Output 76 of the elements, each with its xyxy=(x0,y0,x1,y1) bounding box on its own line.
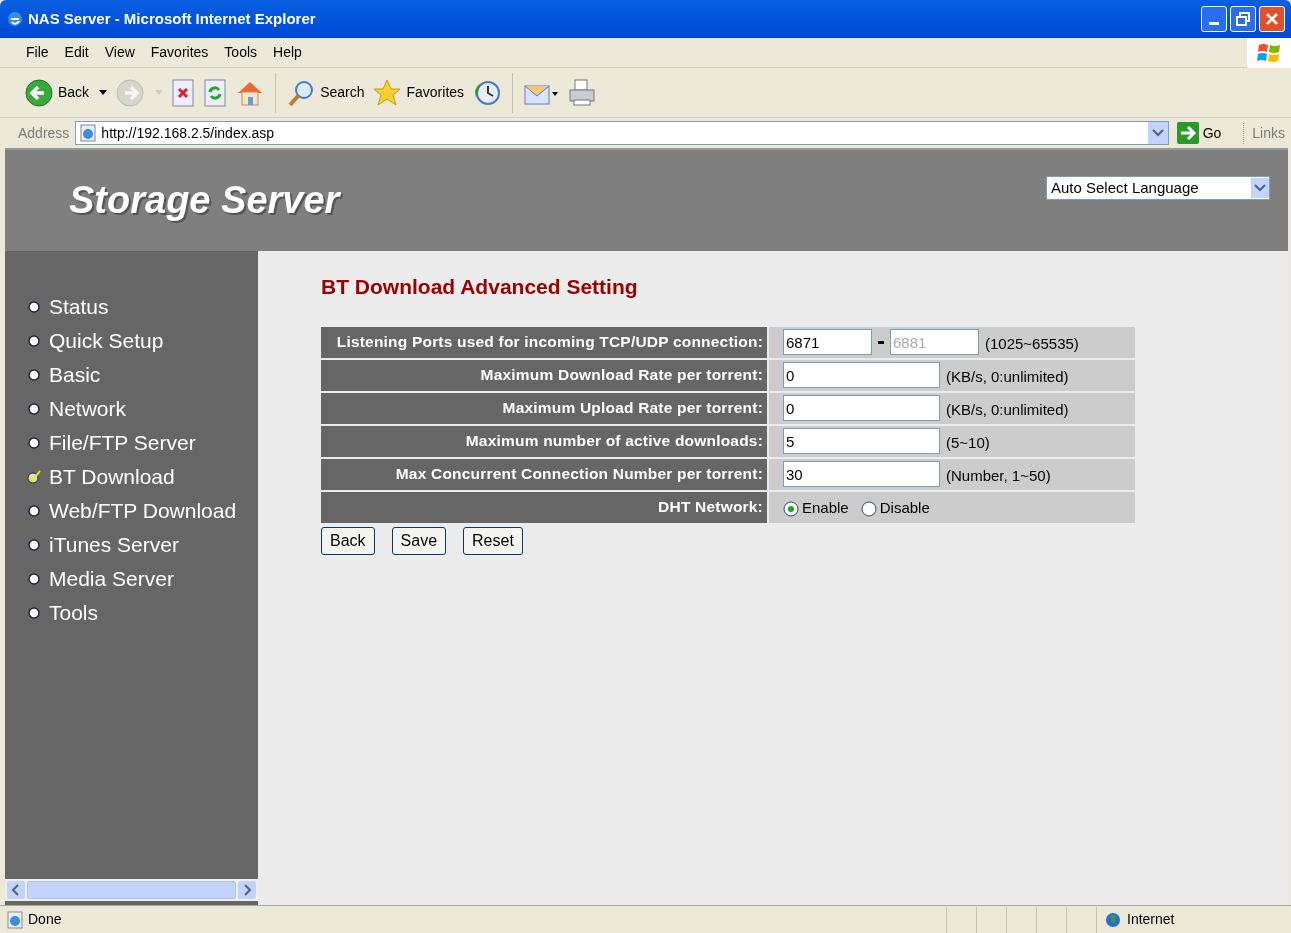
menu-item[interactable]: Help xyxy=(267,42,308,63)
radio-option[interactable]: Disable xyxy=(860,494,930,520)
page-icon xyxy=(6,910,24,929)
form-button[interactable]: Save xyxy=(391,526,447,555)
dash-icon xyxy=(878,340,884,344)
star-icon xyxy=(372,77,403,108)
printer-icon xyxy=(567,77,598,108)
field-label: Listening Ports used for incoming TCP/UDP connection: xyxy=(321,326,767,358)
field-label: DHT Network: xyxy=(321,491,767,523)
go-arrow-icon xyxy=(1176,122,1199,144)
stop-icon xyxy=(171,78,196,107)
search-button[interactable]: Search xyxy=(286,77,365,108)
input-field[interactable]: 0 xyxy=(783,395,940,421)
sidebar-item[interactable]: File/FTP Server xyxy=(27,427,258,459)
radio-option[interactable]: Enable xyxy=(783,494,849,520)
input-field[interactable]: 0 xyxy=(783,362,940,388)
hint-text: (5~10) xyxy=(946,432,990,453)
window-title: NAS Server - Microsoft Internet Explorer xyxy=(28,8,317,29)
field-label: Maximum Upload Rate per torrent: xyxy=(321,392,767,424)
sidebar-item[interactable]: BT Download xyxy=(27,461,258,493)
go-button[interactable]: Go xyxy=(1174,122,1224,144)
url-text: http://192.168.2.5/index.asp xyxy=(101,123,276,143)
close-icon xyxy=(1265,12,1279,26)
field-label: Maximum Download Rate per torrent: xyxy=(321,359,767,391)
form-button[interactable]: Back xyxy=(321,526,375,555)
print-button[interactable] xyxy=(567,77,598,108)
sidebar-item[interactable]: Web/FTP Download xyxy=(27,495,258,527)
input-field[interactable]: 5 xyxy=(783,428,940,454)
field-label: Max Concurrent Connection Number per torrent: xyxy=(321,458,767,490)
refresh-icon xyxy=(203,78,228,107)
caret-icon xyxy=(155,90,164,95)
sidebar-item[interactable]: iTunes Server xyxy=(27,529,258,561)
sidebar-item[interactable]: Network xyxy=(27,393,258,425)
address-field[interactable]: http://192.168.2.5/index.asp xyxy=(75,121,1169,145)
scroll-right-icon[interactable] xyxy=(238,881,256,899)
sidebar-item[interactable]: Basic xyxy=(27,359,258,391)
browser-icon xyxy=(6,10,24,28)
sidebar-item[interactable]: Quick Setup xyxy=(27,325,258,357)
status-text: Done xyxy=(28,910,63,929)
page-title: Storage Server xyxy=(69,178,342,223)
stop-button[interactable] xyxy=(171,78,196,107)
sidebar-item[interactable]: Status xyxy=(27,291,258,323)
sidebar-item[interactable]: Media Server xyxy=(27,563,258,595)
minimize-icon xyxy=(1209,22,1219,25)
globe-icon xyxy=(1105,911,1121,928)
minimize-button[interactable] xyxy=(1201,6,1227,32)
language-select[interactable]: Auto Select Language xyxy=(1046,176,1270,200)
restore-icon xyxy=(1236,12,1250,26)
scroll-thumb[interactable] xyxy=(27,881,236,899)
menu-item[interactable]: Tools xyxy=(218,42,264,63)
horizontal-scrollbar[interactable] xyxy=(5,879,258,901)
form-button[interactable]: Reset xyxy=(463,526,523,555)
scroll-left-icon[interactable] xyxy=(7,881,25,899)
page-icon xyxy=(79,124,98,142)
menu-item[interactable]: File xyxy=(20,42,55,63)
address-label: Address xyxy=(18,123,70,143)
favorites-button[interactable]: Favorites xyxy=(372,77,465,108)
section-heading: BT Download Advanced Setting xyxy=(321,274,638,300)
zone-text: Internet xyxy=(1127,910,1175,929)
sidebar-item[interactable]: Tools xyxy=(27,597,258,629)
field-label: Maximum number of active downloads: xyxy=(321,425,767,457)
hint-text: (KB/s, 0:unlimited) xyxy=(946,366,1069,387)
input-field[interactable]: 30 xyxy=(783,461,940,487)
caret-icon xyxy=(99,90,108,95)
hint-text: (Number, 1~50) xyxy=(946,465,1051,486)
close-button[interactable] xyxy=(1259,6,1285,32)
hint-text: (KB/s, 0:unlimited) xyxy=(946,399,1069,420)
menu-item[interactable]: Favorites xyxy=(144,42,215,63)
restore-button[interactable] xyxy=(1230,6,1256,32)
input-field[interactable]: 6871 xyxy=(783,329,872,355)
hint-text: (1025~65535) xyxy=(985,333,1079,354)
menu-item[interactable]: Edit xyxy=(58,42,95,63)
back-button[interactable]: Back xyxy=(24,77,108,108)
refresh-button[interactable] xyxy=(203,78,228,107)
menu-item[interactable]: View xyxy=(98,42,141,63)
windows-flag-icon xyxy=(1257,41,1281,64)
